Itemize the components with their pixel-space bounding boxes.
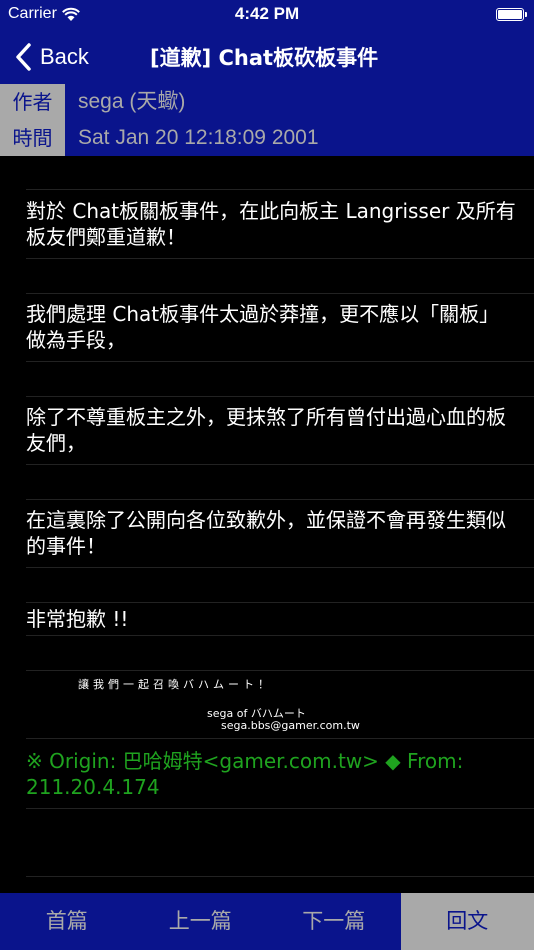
time-label: 時間: [0, 120, 65, 156]
time-value: Sat Jan 20 12:18:09 2001: [78, 126, 319, 149]
back-label: Back: [40, 44, 89, 69]
row-divider: [26, 670, 534, 671]
row-divider: [26, 738, 534, 739]
row-divider: [26, 464, 534, 465]
row-divider: [26, 876, 534, 877]
navigation-bar: Back [道歉] Chat板砍板事件: [0, 30, 534, 84]
article-paragraph: 除了不尊重板主之外，更抹煞了所有曾付出過心血的板友們，: [26, 405, 506, 455]
tab-next-post[interactable]: 下一篇: [267, 893, 401, 950]
row-divider: [26, 602, 534, 603]
status-bar: Carrier 4:42 PM: [0, 0, 534, 30]
signature-line: 讓我們一起召喚バハムート！: [78, 678, 273, 691]
chevron-left-icon: [16, 43, 31, 71]
row-divider: [26, 567, 534, 568]
row-divider: [26, 499, 534, 500]
time-row: 時間 Sat Jan 20 12:18:09 2001: [0, 120, 534, 156]
row-divider: [26, 293, 534, 294]
row-divider: [26, 258, 534, 259]
tab-reply[interactable]: 回文: [400, 893, 534, 950]
tab-previous-post[interactable]: 上一篇: [134, 893, 268, 950]
article-paragraph: 在這裏除了公開向各位致歉外，並保證不會再發生類似的事件！: [26, 508, 506, 558]
author-row: 作者 sega (天蠍): [0, 84, 534, 120]
status-time: 4:42 PM: [234, 4, 300, 23]
author-label: 作者: [0, 84, 65, 120]
row-divider: [26, 361, 534, 362]
bottom-tab-bar: 首篇 上一篇 下一篇 回文: [0, 893, 534, 950]
article-paragraph: 我們處理 Chat板事件太過於莽撞，更不應以「關板」做為手段，: [26, 302, 500, 352]
back-button[interactable]: Back: [14, 40, 89, 74]
article-header: 作者 sega (天蠍) 時間 Sat Jan 20 12:18:09 2001: [0, 84, 534, 156]
article-body[interactable]: 對於 Chat板關板事件，在此向板主 Langrisser 及所有板友們鄭重道歉…: [0, 156, 534, 893]
row-divider: [26, 396, 534, 397]
battery-icon: [496, 8, 527, 21]
tab-first-post[interactable]: 首篇: [0, 893, 134, 950]
article-paragraph: 非常抱歉 !!: [26, 607, 129, 631]
page-title: [道歉] Chat板砍板事件: [150, 46, 379, 70]
origin-line: ※ Origin: 巴哈姆特<gamer.com.tw> ◆ From: 211…: [26, 749, 464, 799]
row-divider: [26, 635, 534, 636]
signature-email: sega.bbs@gamer.com.tw: [221, 719, 360, 732]
row-divider: [26, 808, 534, 809]
row-divider: [26, 189, 534, 190]
author-value: sega (天蠍): [78, 90, 186, 113]
article-paragraph: 對於 Chat板關板事件，在此向板主 Langrisser 及所有板友們鄭重道歉…: [26, 199, 516, 249]
